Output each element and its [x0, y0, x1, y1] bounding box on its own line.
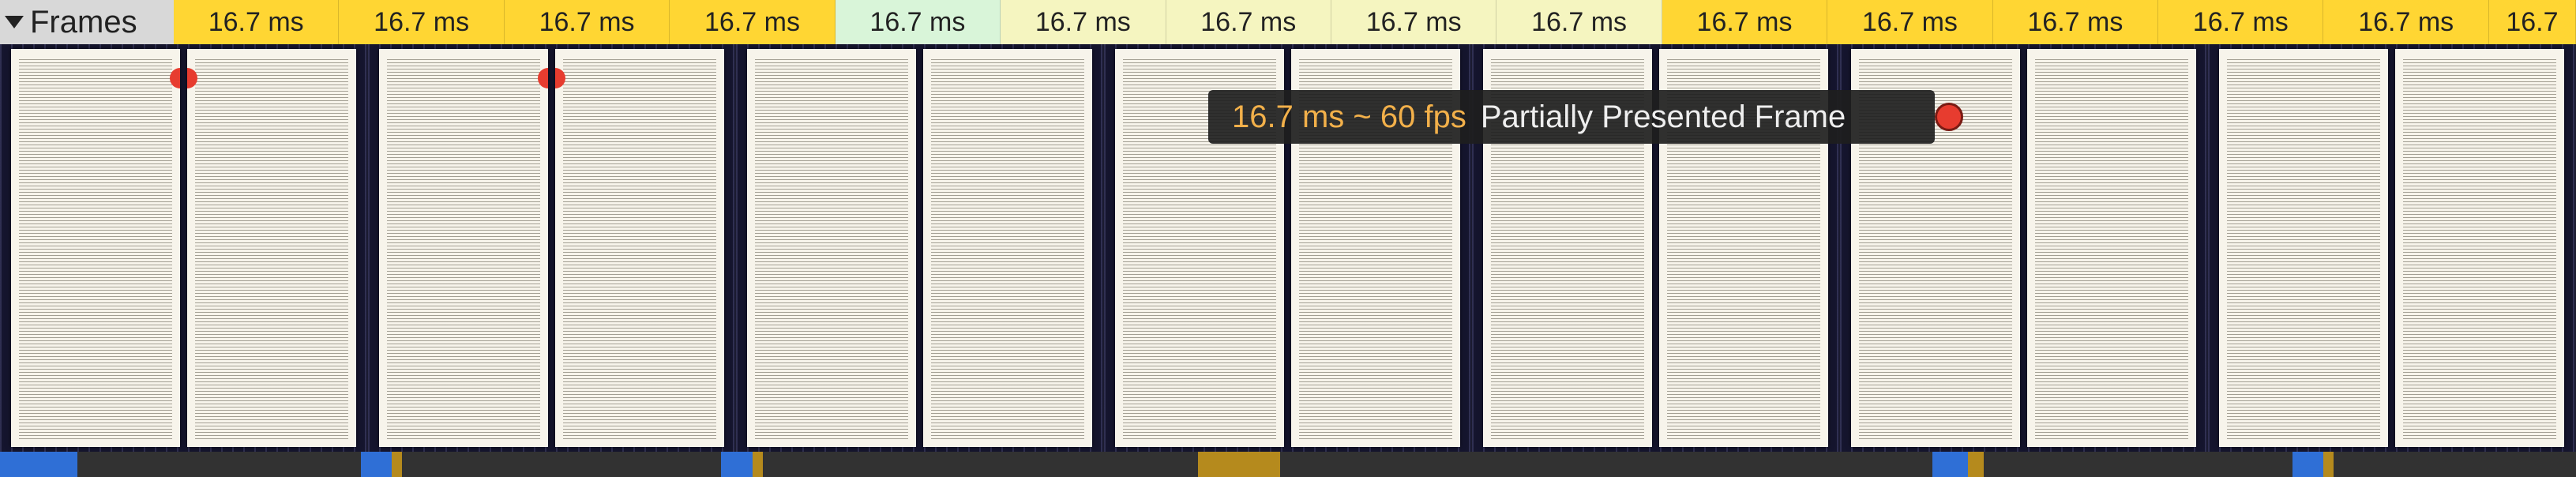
- frame-cell[interactable]: 16.7 ms: [2323, 0, 2488, 44]
- frame-cell[interactable]: 16.7 ms: [1993, 0, 2158, 44]
- screenshot-thumbnail: [2395, 49, 2564, 447]
- activity-segment[interactable]: [2323, 452, 2334, 477]
- frame-duration-label: 16.7 ms: [1862, 7, 1958, 38]
- screenshot-thumbnail: [2219, 49, 2388, 447]
- activity-segment[interactable]: [361, 452, 392, 477]
- frame-duration-label: 16.7 ms: [1035, 7, 1131, 38]
- disclosure-triangle-icon[interactable]: [5, 16, 24, 28]
- activity-segment[interactable]: [392, 452, 402, 477]
- activity-segment[interactable]: [721, 452, 752, 477]
- filmstrip-cell[interactable]: [736, 44, 1104, 452]
- frame-duration-label: 16.7 ms: [539, 7, 635, 38]
- activity-segment[interactable]: [1198, 452, 1280, 477]
- frame-duration-label: 16.7 ms: [374, 7, 469, 38]
- frames-track[interactable]: Frames 16.7 ms 16.7 ms 16.7 ms 16.7 ms 16.7 …: [0, 0, 2576, 44]
- frame-cell[interactable]: 16.7 ms: [339, 0, 504, 44]
- frame-duration-label: 16.7 ms: [869, 7, 965, 38]
- screenshot-thumbnail: [555, 49, 724, 447]
- screenshot-thumbnail: [379, 49, 548, 447]
- frame-cell[interactable]: 16.7 ms: [1001, 0, 1166, 44]
- screenshot-filmstrip[interactable]: 16.7 ms ~ 60 fps Partially Presented Fra…: [0, 44, 2576, 452]
- frame-duration-label: 16.7 ms: [2358, 7, 2454, 38]
- activity-segment[interactable]: [0, 452, 77, 477]
- activity-segment[interactable]: [1968, 452, 1984, 477]
- frame-duration-label: 16.7: [2506, 7, 2558, 38]
- activity-segment[interactable]: [2292, 452, 2323, 477]
- screenshot-thumbnail: [747, 49, 916, 447]
- frame-tooltip: 16.7 ms ~ 60 fps Partially Presented Fra…: [1208, 90, 1935, 144]
- frame-cell[interactable]: 16.7 ms: [670, 0, 835, 44]
- layout-shift-marker-icon: [538, 68, 548, 88]
- filmstrip-cell[interactable]: [368, 44, 736, 452]
- frame-cell[interactable]: 16.7 ms: [1662, 0, 1827, 44]
- tooltip-duration: 16.7 ms ~ 60 fps: [1232, 100, 1466, 135]
- main-thread-activity[interactable]: [0, 452, 2576, 477]
- frame-cell[interactable]: 16.7 ms: [1166, 0, 1331, 44]
- frame-duration-label: 16.7 ms: [1531, 7, 1627, 38]
- frame-cell[interactable]: 16.7 ms: [1827, 0, 1992, 44]
- frames-track-header[interactable]: Frames: [0, 0, 174, 44]
- frame-cell[interactable]: 16.7 ms: [505, 0, 670, 44]
- frame-cell[interactable]: 16.7 ms: [2158, 0, 2323, 44]
- frame-duration-label: 16.7 ms: [1697, 7, 1793, 38]
- filmstrip-cell[interactable]: [0, 44, 368, 452]
- layout-shift-marker-icon: [170, 68, 180, 88]
- frame-cell[interactable]: 16.7 ms: [1331, 0, 1496, 44]
- frame-duration-label: 16.7 ms: [2193, 7, 2289, 38]
- screenshot-thumbnail: [11, 49, 180, 447]
- tooltip-event: Partially Presented Frame: [1481, 100, 1846, 135]
- filmstrip-cell[interactable]: [2208, 44, 2576, 452]
- frames-track-label: Frames: [30, 5, 137, 40]
- frame-duration-label: 16.7 ms: [1366, 7, 1462, 38]
- screenshot-thumbnail: [923, 49, 1092, 447]
- screenshot-thumbnail: [187, 49, 356, 447]
- screenshot-thumbnail: [2027, 49, 2196, 447]
- frame-duration-label: 16.7 ms: [1200, 7, 1296, 38]
- frame-duration-label: 16.7 ms: [704, 7, 800, 38]
- frame-cell[interactable]: 16.7 ms: [1496, 0, 1662, 44]
- layout-shift-marker-icon: [555, 68, 565, 88]
- frame-duration-label: 16.7 ms: [208, 7, 304, 38]
- frame-duration-label: 16.7 ms: [2027, 7, 2123, 38]
- activity-segment[interactable]: [753, 452, 763, 477]
- activity-segment[interactable]: [1932, 452, 1969, 477]
- frame-cell[interactable]: 16.7 ms: [174, 0, 339, 44]
- frame-cell[interactable]: 16.7 ms: [836, 0, 1001, 44]
- layout-shift-marker-icon: [187, 68, 197, 88]
- frame-cell[interactable]: 16.7: [2489, 0, 2576, 44]
